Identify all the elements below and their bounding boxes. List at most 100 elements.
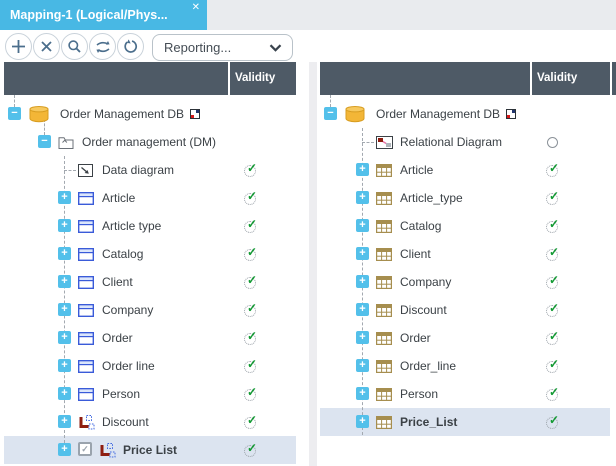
tree-row-label-wrap: Article type xyxy=(102,212,161,240)
validity-check-icon: ✓ xyxy=(546,387,562,402)
next-column-edge xyxy=(612,62,616,95)
tree-row-label-wrap: Client xyxy=(102,268,133,296)
tree-row-label: Order line xyxy=(102,352,155,380)
expand-toggle-icon[interactable]: + xyxy=(58,191,71,204)
tree-row-discount[interactable]: +Discount✓ xyxy=(4,408,296,436)
tree-connector-line xyxy=(64,170,76,171)
tree-row-label-wrap: Order Management DB xyxy=(376,100,516,128)
tree-row-catalog[interactable]: + Catalog ✓ xyxy=(4,240,296,268)
expand-toggle-icon[interactable]: + xyxy=(58,331,71,344)
plus-icon xyxy=(10,38,27,55)
tree-row-label: Company xyxy=(400,268,451,296)
expand-toggle-icon[interactable]: + xyxy=(356,219,369,232)
expand-toggle-icon[interactable]: + xyxy=(356,163,369,176)
tree-row-price-list[interactable]: +Price_List✓ xyxy=(320,408,610,436)
expand-toggle-icon[interactable]: + xyxy=(58,415,71,428)
model-marker-icon xyxy=(506,109,516,119)
tree-row-label: Discount xyxy=(102,408,149,436)
tree-row-person[interactable]: +Person✓ xyxy=(320,380,610,408)
tree-row-price-list[interactable]: + ✓ Price List ✓ xyxy=(4,436,296,464)
expand-toggle-icon[interactable]: + xyxy=(356,303,369,316)
reporting-dropdown-value: Reporting... xyxy=(153,40,269,55)
tree-row-order-line[interactable]: +Order line✓ xyxy=(4,352,296,380)
tree-row-company[interactable]: + Company ✓ xyxy=(4,296,296,324)
tree-row-catalog[interactable]: +Catalog✓ xyxy=(320,212,610,240)
tree-row-client[interactable]: +Client✓ xyxy=(4,268,296,296)
row-checkbox[interactable]: ✓ xyxy=(78,442,92,456)
collapse-toggle-icon[interactable]: − xyxy=(324,107,337,120)
tree-row-label-wrap: Relational Diagram xyxy=(400,128,502,156)
close-icon[interactable]: ✕ xyxy=(192,2,200,14)
tree-row-article-type[interactable]: +Article type✓ xyxy=(4,212,296,240)
tree-row-label: Article xyxy=(102,184,135,212)
expand-toggle-icon[interactable]: + xyxy=(58,247,71,260)
validity-check-icon: ✓ xyxy=(244,331,260,346)
validity-check-icon: ✓ xyxy=(244,247,260,262)
swap-arrows-icon xyxy=(95,40,111,54)
tree-row-discount[interactable]: +Discount✓ xyxy=(320,296,610,324)
tree-row-article-type[interactable]: +Article_type✓ xyxy=(320,184,610,212)
tree-row-article[interactable]: +Article✓ xyxy=(4,184,296,212)
expand-toggle-icon[interactable]: + xyxy=(356,191,369,204)
refresh-button[interactable] xyxy=(117,33,144,60)
expand-toggle-icon[interactable]: + xyxy=(356,331,369,344)
validity-check-icon: ✓ xyxy=(244,163,260,178)
tree-row-label: Order management (DM) xyxy=(82,128,216,156)
tree-row-order-management-db[interactable]: − Order Management DB xyxy=(320,100,610,128)
reporting-dropdown[interactable]: Reporting... xyxy=(152,34,293,61)
expand-toggle-icon[interactable]: + xyxy=(58,275,71,288)
search-button[interactable] xyxy=(61,33,88,60)
collapse-toggle-icon[interactable]: − xyxy=(8,107,21,120)
tree-row-label-wrap: Catalog xyxy=(102,240,143,268)
tree-row-order[interactable]: +Order✓ xyxy=(320,324,610,352)
add-button[interactable] xyxy=(5,33,32,60)
toolbar: Reporting... xyxy=(0,30,616,62)
tree-row-order-management-dm-[interactable]: − Order management (DM) xyxy=(4,128,296,156)
delete-button[interactable] xyxy=(33,33,60,60)
expand-toggle-icon[interactable]: + xyxy=(58,387,71,400)
table-icon xyxy=(376,275,392,290)
tree-row-label-wrap: Person xyxy=(102,380,140,408)
validity-check-icon: ✓ xyxy=(244,303,260,318)
tree-row-label-wrap: Article xyxy=(102,184,135,212)
physical-panel-header: Validity xyxy=(320,62,610,95)
table-icon xyxy=(376,331,392,346)
column-separator xyxy=(530,62,532,95)
table-icon xyxy=(376,303,392,318)
validity-check-icon: ✓ xyxy=(546,275,562,290)
expand-toggle-icon[interactable]: + xyxy=(356,247,369,260)
tree-connector-line xyxy=(362,142,374,143)
expand-toggle-icon[interactable]: + xyxy=(356,387,369,400)
expand-toggle-icon[interactable]: + xyxy=(58,443,71,456)
expand-toggle-icon[interactable]: + xyxy=(58,303,71,316)
collapse-toggle-icon[interactable]: − xyxy=(38,135,51,148)
tree-row-label: Order Management DB xyxy=(376,100,500,128)
tree-row-label-wrap: Price List xyxy=(123,436,177,464)
tree-row-person[interactable]: +Person✓ xyxy=(4,380,296,408)
tree-row-label-wrap: Article_type xyxy=(400,184,463,212)
tree-row-order[interactable]: +Order✓ xyxy=(4,324,296,352)
expand-toggle-icon[interactable]: + xyxy=(58,219,71,232)
tree-row-client[interactable]: +Client✓ xyxy=(320,240,610,268)
tree-row-label: Order_line xyxy=(400,352,456,380)
tab-mapping-1[interactable]: Mapping-1 (Logical/Phys... ✕ xyxy=(0,0,207,30)
expand-toggle-icon[interactable]: + xyxy=(58,359,71,372)
expand-toggle-icon[interactable]: + xyxy=(356,359,369,372)
entity-icon xyxy=(78,191,94,206)
tree-row-data-diagram[interactable]: Data diagram ✓ xyxy=(4,156,296,184)
tree-row-order-management-db[interactable]: −Order Management DB xyxy=(4,100,296,128)
sync-button[interactable] xyxy=(89,33,116,60)
physical-tree: −Order Management DBRelational Diagram+A… xyxy=(320,95,610,466)
tree-row-label-wrap: Discount xyxy=(400,296,447,324)
tree-row-company[interactable]: + Company ✓ xyxy=(320,268,610,296)
entity-icon xyxy=(78,387,94,402)
tree-row-label: Data diagram xyxy=(102,156,174,184)
tree-row-article[interactable]: +Article✓ xyxy=(320,156,610,184)
database-icon xyxy=(28,107,50,122)
expand-toggle-icon[interactable]: + xyxy=(356,275,369,288)
tree-row-label-wrap: Company xyxy=(102,296,153,324)
entity-icon xyxy=(78,303,94,318)
tree-row-order-line[interactable]: +Order_line✓ xyxy=(320,352,610,380)
expand-toggle-icon[interactable]: + xyxy=(356,415,369,428)
validity-check-icon: ✓ xyxy=(244,443,260,458)
